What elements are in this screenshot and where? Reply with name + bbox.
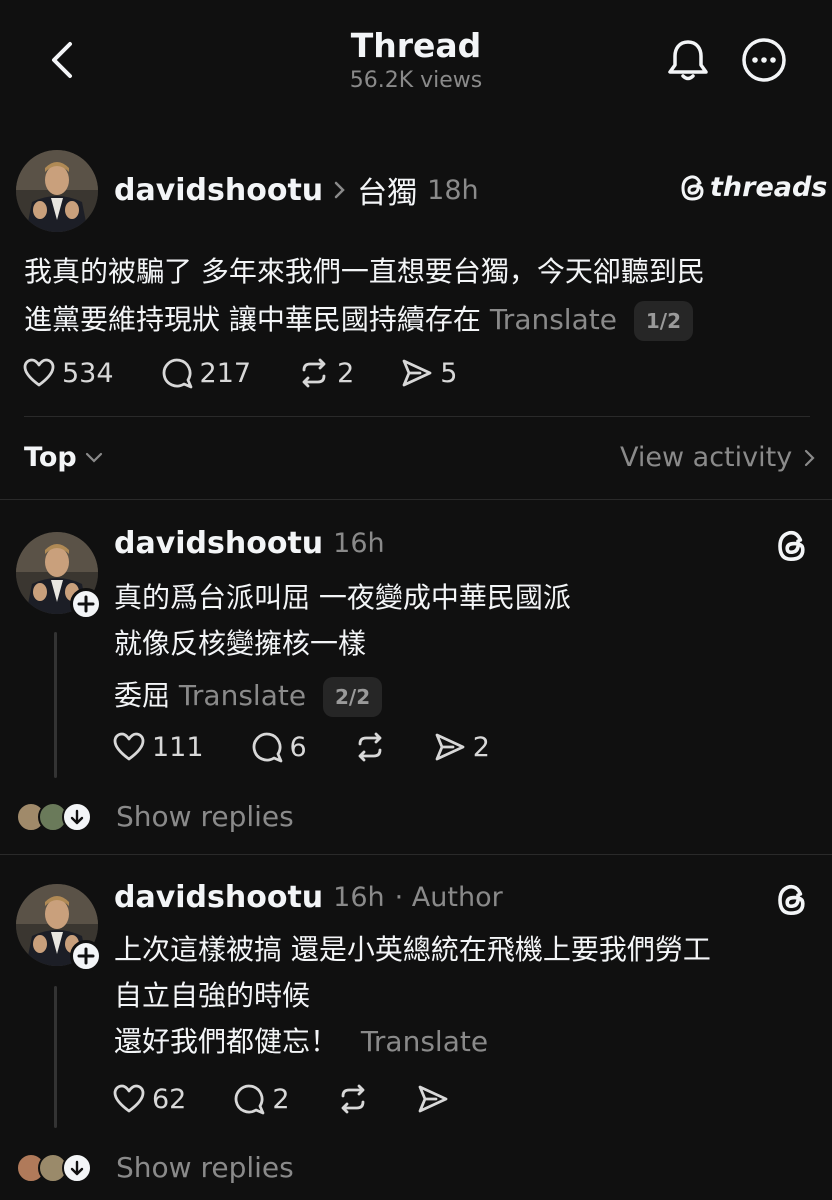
share-button[interactable]: 5 [400,356,457,390]
like-button[interactable]: 62 [112,1082,186,1116]
comment-icon [162,358,192,389]
reply-text-line: 真的爲台派叫屈 一夜變成中華民國派 [114,581,571,614]
comment-count: 217 [199,357,252,389]
comment-icon [252,732,282,763]
expand-icon [62,1152,92,1183]
username[interactable]: davidshootu [114,880,323,915]
threads-brand: threads [680,172,827,203]
more-options-button[interactable] [740,36,788,84]
divider [0,499,832,500]
post-actions: 534 217 2 5 [22,356,457,390]
heart-icon [23,358,55,387]
page-indicator: 1/2 [633,301,693,341]
repost-icon [358,732,382,762]
threads-logo-icon [776,528,808,568]
like-count: 111 [152,731,204,763]
heart-icon [113,1084,145,1113]
reply-actions: 62 2 [112,1082,450,1116]
thread-line [54,632,57,778]
share-button[interactable]: 2 [433,730,490,764]
translate-link[interactable]: Translate [179,679,306,712]
expand-icon [62,801,92,832]
author-tag: · Author [394,882,503,913]
username[interactable]: davidshootu [114,526,323,561]
share-button[interactable] [416,1082,450,1116]
avatar[interactable] [16,150,98,232]
repost-icon [341,1084,364,1114]
sort-label: Top [24,442,77,473]
repost-icon [302,358,326,388]
heart-icon [113,732,145,761]
comment-button[interactable]: 6 [250,730,307,764]
follow-button[interactable] [70,588,102,620]
show-replies-label: Show replies [116,800,294,833]
reply-actions: 111 6 2 [112,730,490,764]
translate-link[interactable]: Translate [361,1025,488,1058]
username[interactable]: davidshootu [114,173,323,208]
reply-text-line: 還好我們都健忘！ Translate [114,1018,488,1066]
reply-text-line: 就像反核變擁核一樣 [114,627,367,660]
show-replies-row[interactable]: Show replies [16,800,294,833]
post-text-segment: 進黨要維持現狀 讓中華民國持續存在 [24,303,481,336]
reply-text-line: 上次這樣被搞 還是小英總統在飛機上要我們勞工 [114,933,711,966]
comment-icon [235,1084,265,1115]
avatar-image [16,150,98,232]
chevron-right-icon [334,181,345,199]
repost-count: 2 [337,357,355,389]
translate-link[interactable]: Translate [490,303,617,336]
bell-icon [668,40,708,81]
comment-count: 6 [289,731,307,763]
reply-text-segment: 委屈 [114,679,171,712]
view-activity-link[interactable]: View activity [620,442,816,473]
reply-text-line: 委屈 Translate 2/2 [114,672,383,720]
post-text-line: 進黨要維持現狀 讓中華民國持續存在 Translate 1/2 [24,296,693,344]
like-button[interactable]: 534 [22,356,114,390]
send-icon [402,359,432,387]
plus-icon [77,595,95,613]
timestamp: 16h [333,882,385,913]
divider [0,854,832,855]
comment-count: 2 [272,1083,290,1115]
threads-logo-icon [776,882,808,922]
share-count: 2 [472,731,490,763]
share-count: 5 [440,357,458,389]
post-text-line: 我真的被騙了 多年來我們一直想要台獨，今天卻聽到民 [24,255,705,288]
plus-icon [77,947,95,965]
sort-dropdown[interactable]: Top [24,442,103,473]
repost-button[interactable]: 2 [297,356,354,390]
timestamp: 16h [333,528,385,559]
reply-text-segment: 還好我們都健忘！ [114,1025,339,1058]
topic-tag[interactable]: 台獨 [357,168,417,212]
notifications-button[interactable] [664,38,712,82]
repost-button[interactable] [336,1082,370,1116]
repost-button[interactable] [353,730,387,764]
brand-wordmark: threads [710,172,828,203]
comment-button[interactable]: 2 [232,1082,290,1116]
more-icon [742,38,786,82]
divider [24,416,810,417]
like-button[interactable]: 111 [112,730,204,764]
view-activity-label: View activity [620,442,793,473]
follow-button[interactable] [70,940,102,972]
threads-logo-icon [681,174,704,201]
page-indicator: 2/2 [322,677,383,717]
show-replies-row[interactable]: Show replies [16,1151,294,1184]
like-count: 534 [62,357,114,389]
reply-text-line: 自立自強的時候 [114,979,311,1012]
chevron-right-icon [805,449,815,466]
send-icon [418,1085,447,1113]
timestamp: 18h [427,174,479,206]
comment-button[interactable]: 217 [160,356,252,390]
chevron-down-icon [85,452,102,463]
like-count: 62 [152,1083,187,1115]
thread-line [54,986,57,1128]
send-icon [435,733,465,761]
show-replies-label: Show replies [116,1151,294,1184]
